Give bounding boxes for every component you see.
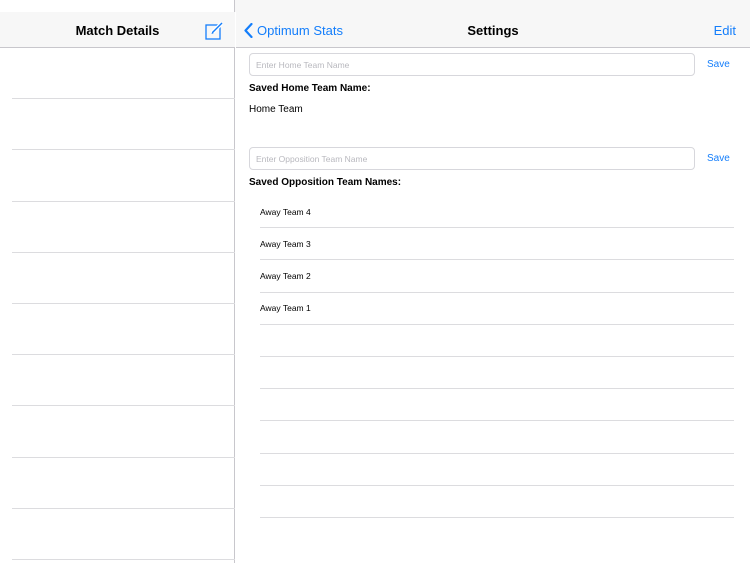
detail-pane: Settings Optimum Stats Edit Save Saved H… [236,0,750,563]
match-list-item[interactable] [12,509,235,560]
opposition-team-name: Away Team 2 [260,270,311,281]
list-item[interactable] [260,325,734,357]
list-item[interactable]: Away Team 2 [260,260,734,293]
opposition-team-name: Away Team 4 [260,206,311,217]
chevron-left-icon [244,22,253,38]
match-list-item[interactable] [12,150,235,202]
edit-button[interactable]: Edit [714,12,736,48]
saved-home-heading: Saved Home Team Name: [249,83,371,94]
sidebar-title: Match Details [75,23,160,38]
opposition-team-input[interactable] [249,147,695,170]
match-list-item[interactable] [12,304,235,356]
opposition-team-list: Away Team 4 Away Team 3 Away Team 2 Away Te… [260,196,734,518]
home-team-row: Save [249,53,739,76]
saved-opposition-heading: Saved Opposition Team Names: [249,177,402,188]
detail-navbar: Settings Optimum Stats Edit [236,12,750,48]
match-list-item[interactable] [12,48,235,100]
list-item[interactable] [260,357,734,390]
compose-icon[interactable] [204,21,224,41]
opposition-team-row: Save [249,147,739,170]
opposition-team-name: Away Team 3 [260,238,311,249]
match-list [0,48,235,560]
list-item[interactable] [260,421,734,454]
match-list-item[interactable] [12,99,235,151]
list-item[interactable]: Away Team 3 [260,228,734,261]
list-item[interactable]: Away Team 1 [260,293,734,325]
list-item[interactable] [260,486,734,518]
master-pane: Match Details [0,0,235,563]
opposition-team-name: Away Team 1 [260,303,311,314]
home-team-input[interactable] [249,53,695,76]
back-button-label: Optimum Stats [257,22,343,38]
match-list-item[interactable] [12,355,235,407]
sidebar-navbar: Match Details [0,12,235,48]
match-list-item[interactable] [12,458,235,509]
back-button[interactable]: Optimum Stats [244,12,343,48]
save-home-button[interactable]: Save [707,53,730,76]
list-item[interactable]: Away Team 4 [260,196,734,229]
save-opposition-button[interactable]: Save [707,147,730,170]
saved-home-name: Home Team [249,104,303,115]
match-list-item[interactable] [12,253,235,304]
match-list-item[interactable] [12,406,235,458]
list-item[interactable] [260,454,734,486]
match-list-item[interactable] [12,202,235,253]
list-item[interactable] [260,389,734,422]
